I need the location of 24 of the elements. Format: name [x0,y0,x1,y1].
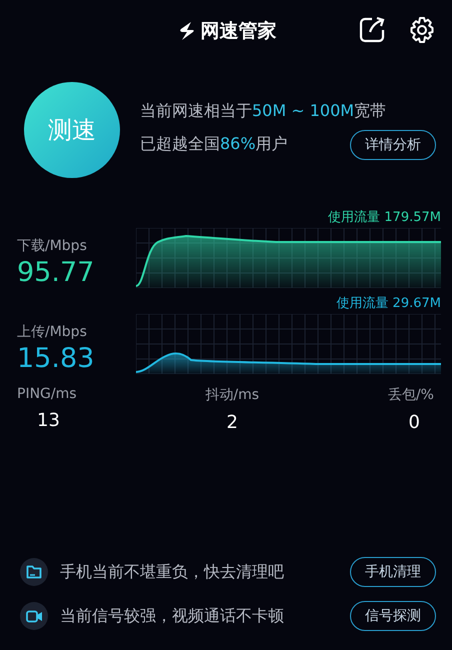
metric-value: 15.83 [17,343,94,374]
settings-icon[interactable] [408,16,436,44]
video-camera-icon [26,610,42,622]
tip-text: 当前信号较强，视频通话不卡顿 [60,606,285,626]
metric-label: 上传/Mbps [17,323,88,341]
metric-value: 95.77 [17,257,94,288]
folder-icon [26,565,42,579]
stat-label: PING/ms [17,386,77,402]
stat-value: 2 [226,412,238,433]
app-title: 网速管家 [200,19,276,44]
tip-button[interactable]: 信号探测 [350,601,436,631]
share-icon[interactable] [358,16,386,44]
stat-value: 0 [408,412,421,433]
data-usage: 使用流量 29.67M [336,295,441,312]
ranking-text: 已超越全国86%用户 [140,134,288,155]
stat-label: 抖动/ms [205,386,260,404]
data-usage: 使用流量 179.57M [328,209,441,226]
stat-value: 13 [36,410,60,431]
stat-label: 丢包/% [388,386,434,404]
tip-text: 手机当前不堪重负，快去清理吧 [60,562,285,582]
tip-button[interactable]: 手机清理 [350,557,436,587]
details-button[interactable]: 详情分析 [350,130,436,160]
speed-comparison-text: 当前网速相当于50M ~ 100M宽带 [140,100,388,122]
metric-label: 下载/Mbps [17,237,88,255]
